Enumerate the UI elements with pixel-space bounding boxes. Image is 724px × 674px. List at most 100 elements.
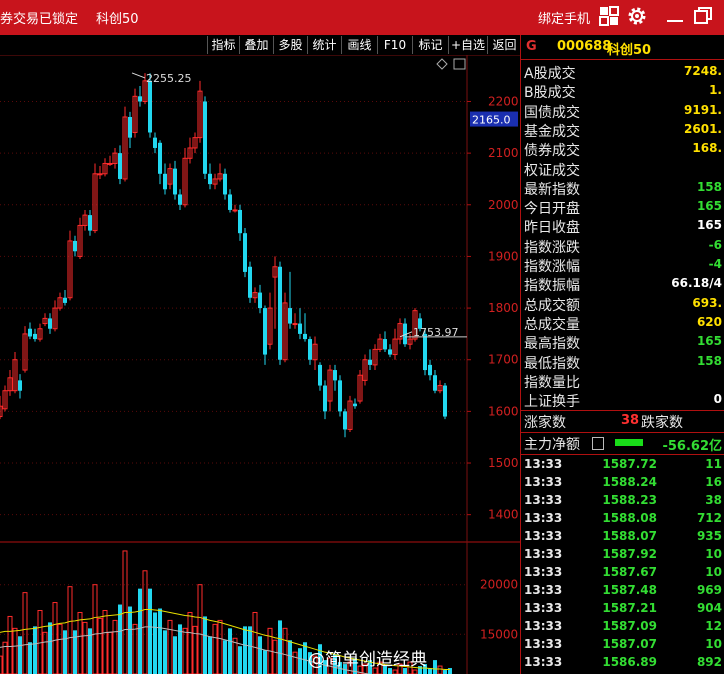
stat-row: 今日开盘 165 — [521, 198, 724, 217]
stat-row: 权证成交 — [521, 160, 724, 179]
candle-body — [238, 209, 242, 234]
current-price-label: 2165.0 — [472, 114, 511, 127]
volume-bar — [223, 640, 227, 674]
stat-label: 最低指数 — [524, 355, 580, 372]
chart-corner-controls[interactable] — [436, 58, 466, 70]
minimize-icon[interactable] — [664, 5, 686, 27]
price-tick-label: 1400 — [488, 508, 519, 522]
tick-time: 13:33 — [524, 619, 563, 633]
candle-body — [228, 194, 232, 210]
stat-row: 昨日收盘 165 — [521, 217, 724, 236]
stat-row: 最新指数 158 — [521, 179, 724, 198]
toolbar-indicator-button[interactable]: 指标 — [207, 36, 239, 54]
candle-body — [383, 339, 387, 350]
tick-vol: 969 — [696, 583, 722, 597]
candle-body — [343, 411, 347, 430]
volume-bar — [163, 630, 167, 674]
stat-label: 国债成交 — [524, 104, 580, 121]
tick-price: 1587.09 — [602, 619, 657, 633]
tick-price: 1587.48 — [602, 583, 657, 597]
candle-body — [118, 153, 122, 179]
main-flow-label: 主力净额 — [524, 437, 580, 453]
candle-body — [33, 333, 37, 340]
candle-body — [153, 137, 157, 148]
window-box-icon[interactable] — [453, 58, 466, 70]
candle-body — [323, 385, 327, 412]
quote-panel: G 000688 科创50 A股成交 7248. B股成交 1. 国债成交 9191. 基金… — [521, 35, 724, 674]
volume-bar — [0, 655, 3, 674]
volume-bar — [48, 622, 52, 674]
tick-vol: 892 — [696, 655, 722, 669]
stat-value: 0 — [713, 392, 722, 407]
tick-time: 13:33 — [524, 529, 563, 543]
stat-value: 165 — [696, 218, 722, 233]
toolbar-back-button[interactable]: 返回 — [487, 36, 521, 54]
candle-body — [278, 266, 282, 360]
candle-body — [88, 215, 92, 231]
volume-bar — [208, 636, 212, 674]
stat-label: B股成交 — [524, 85, 576, 102]
candle-body — [107, 162, 113, 165]
stat-value: 66.18/4 — [671, 276, 722, 291]
tick-vol: 10 — [705, 565, 722, 579]
volume-bar — [138, 588, 142, 674]
grid-icon[interactable] — [598, 5, 620, 27]
stat-label: 指数涨跌 — [524, 239, 580, 256]
candle-body — [48, 318, 52, 329]
price-tick-label: 2100 — [488, 146, 519, 160]
stat-label: 最新指数 — [524, 181, 580, 198]
flow-bar — [615, 439, 643, 446]
stat-value: 165 — [696, 334, 722, 349]
main-flow-value: -56.62亿 — [662, 439, 722, 454]
toolbar-statistics-button[interactable]: 统计 — [307, 36, 341, 54]
stat-label: 今日开盘 — [524, 201, 580, 218]
kline-chart[interactable]: 2200 2100 2000 1900 1800 1700 1600 1500 1400 2000… — [0, 55, 520, 674]
volume-bar — [212, 623, 218, 674]
candle-body — [28, 328, 32, 337]
volume-bar — [57, 623, 63, 674]
stat-label: 指数量比 — [524, 374, 580, 391]
volume-bar — [248, 626, 252, 674]
tick-time: 13:33 — [524, 655, 563, 669]
stat-row: 基金成交 2601. — [521, 121, 724, 140]
stat-row: 国债成交 9191. — [521, 102, 724, 121]
tick-vol: 712 — [696, 511, 722, 525]
volume-bar — [282, 627, 288, 674]
tick-time: 13:33 — [524, 493, 563, 507]
bind-phone-link[interactable]: 绑定手机 — [538, 8, 590, 27]
toolbar-draw-button[interactable]: 画线 — [341, 36, 377, 54]
volume-bar — [232, 637, 238, 674]
toolbar-mark-button[interactable]: 标记 — [412, 36, 448, 54]
volume-bar — [97, 617, 103, 674]
rise-count: 38 — [621, 413, 640, 428]
tick-time: 13:33 — [524, 583, 563, 597]
toolbar-add-watchlist-button[interactable]: +自选 — [448, 36, 487, 54]
stat-label: 指数涨幅 — [524, 259, 580, 275]
toolbar-multi-stock-button[interactable]: 多股 — [273, 36, 307, 54]
restore-icon[interactable] — [692, 5, 714, 27]
tick-vol: 935 — [696, 529, 722, 543]
group-badge: G — [526, 39, 537, 54]
tick-price: 1587.21 — [602, 601, 657, 615]
candle-body — [428, 364, 432, 376]
toolbar-overlay-button[interactable]: 叠加 — [239, 36, 273, 54]
stat-value: 158 — [696, 353, 722, 368]
candle-body — [248, 266, 252, 298]
tick-price: 1588.24 — [602, 475, 657, 489]
volume-bar — [63, 630, 67, 674]
main-flow-row: 主力净额 -56.62亿 — [521, 434, 724, 454]
gear-icon[interactable] — [626, 5, 648, 27]
level-price-label: 1753.97 — [413, 326, 459, 339]
volume-bar — [28, 642, 32, 674]
stat-label: 权证成交 — [524, 162, 580, 179]
tick-row: 13:33 1588.08 712 — [521, 510, 724, 528]
tick-row: 13:33 1586.89 892 — [521, 654, 724, 672]
volume-bar — [433, 660, 437, 674]
candle-body — [303, 333, 307, 340]
candle-body — [203, 101, 207, 174]
toolbar-f10-button[interactable]: F10 — [377, 36, 412, 54]
list-icon[interactable] — [592, 437, 604, 450]
diamond-icon[interactable] — [436, 58, 448, 70]
candle-body — [223, 173, 227, 195]
tick-row: 13:33 1587.48 969 — [521, 582, 724, 600]
